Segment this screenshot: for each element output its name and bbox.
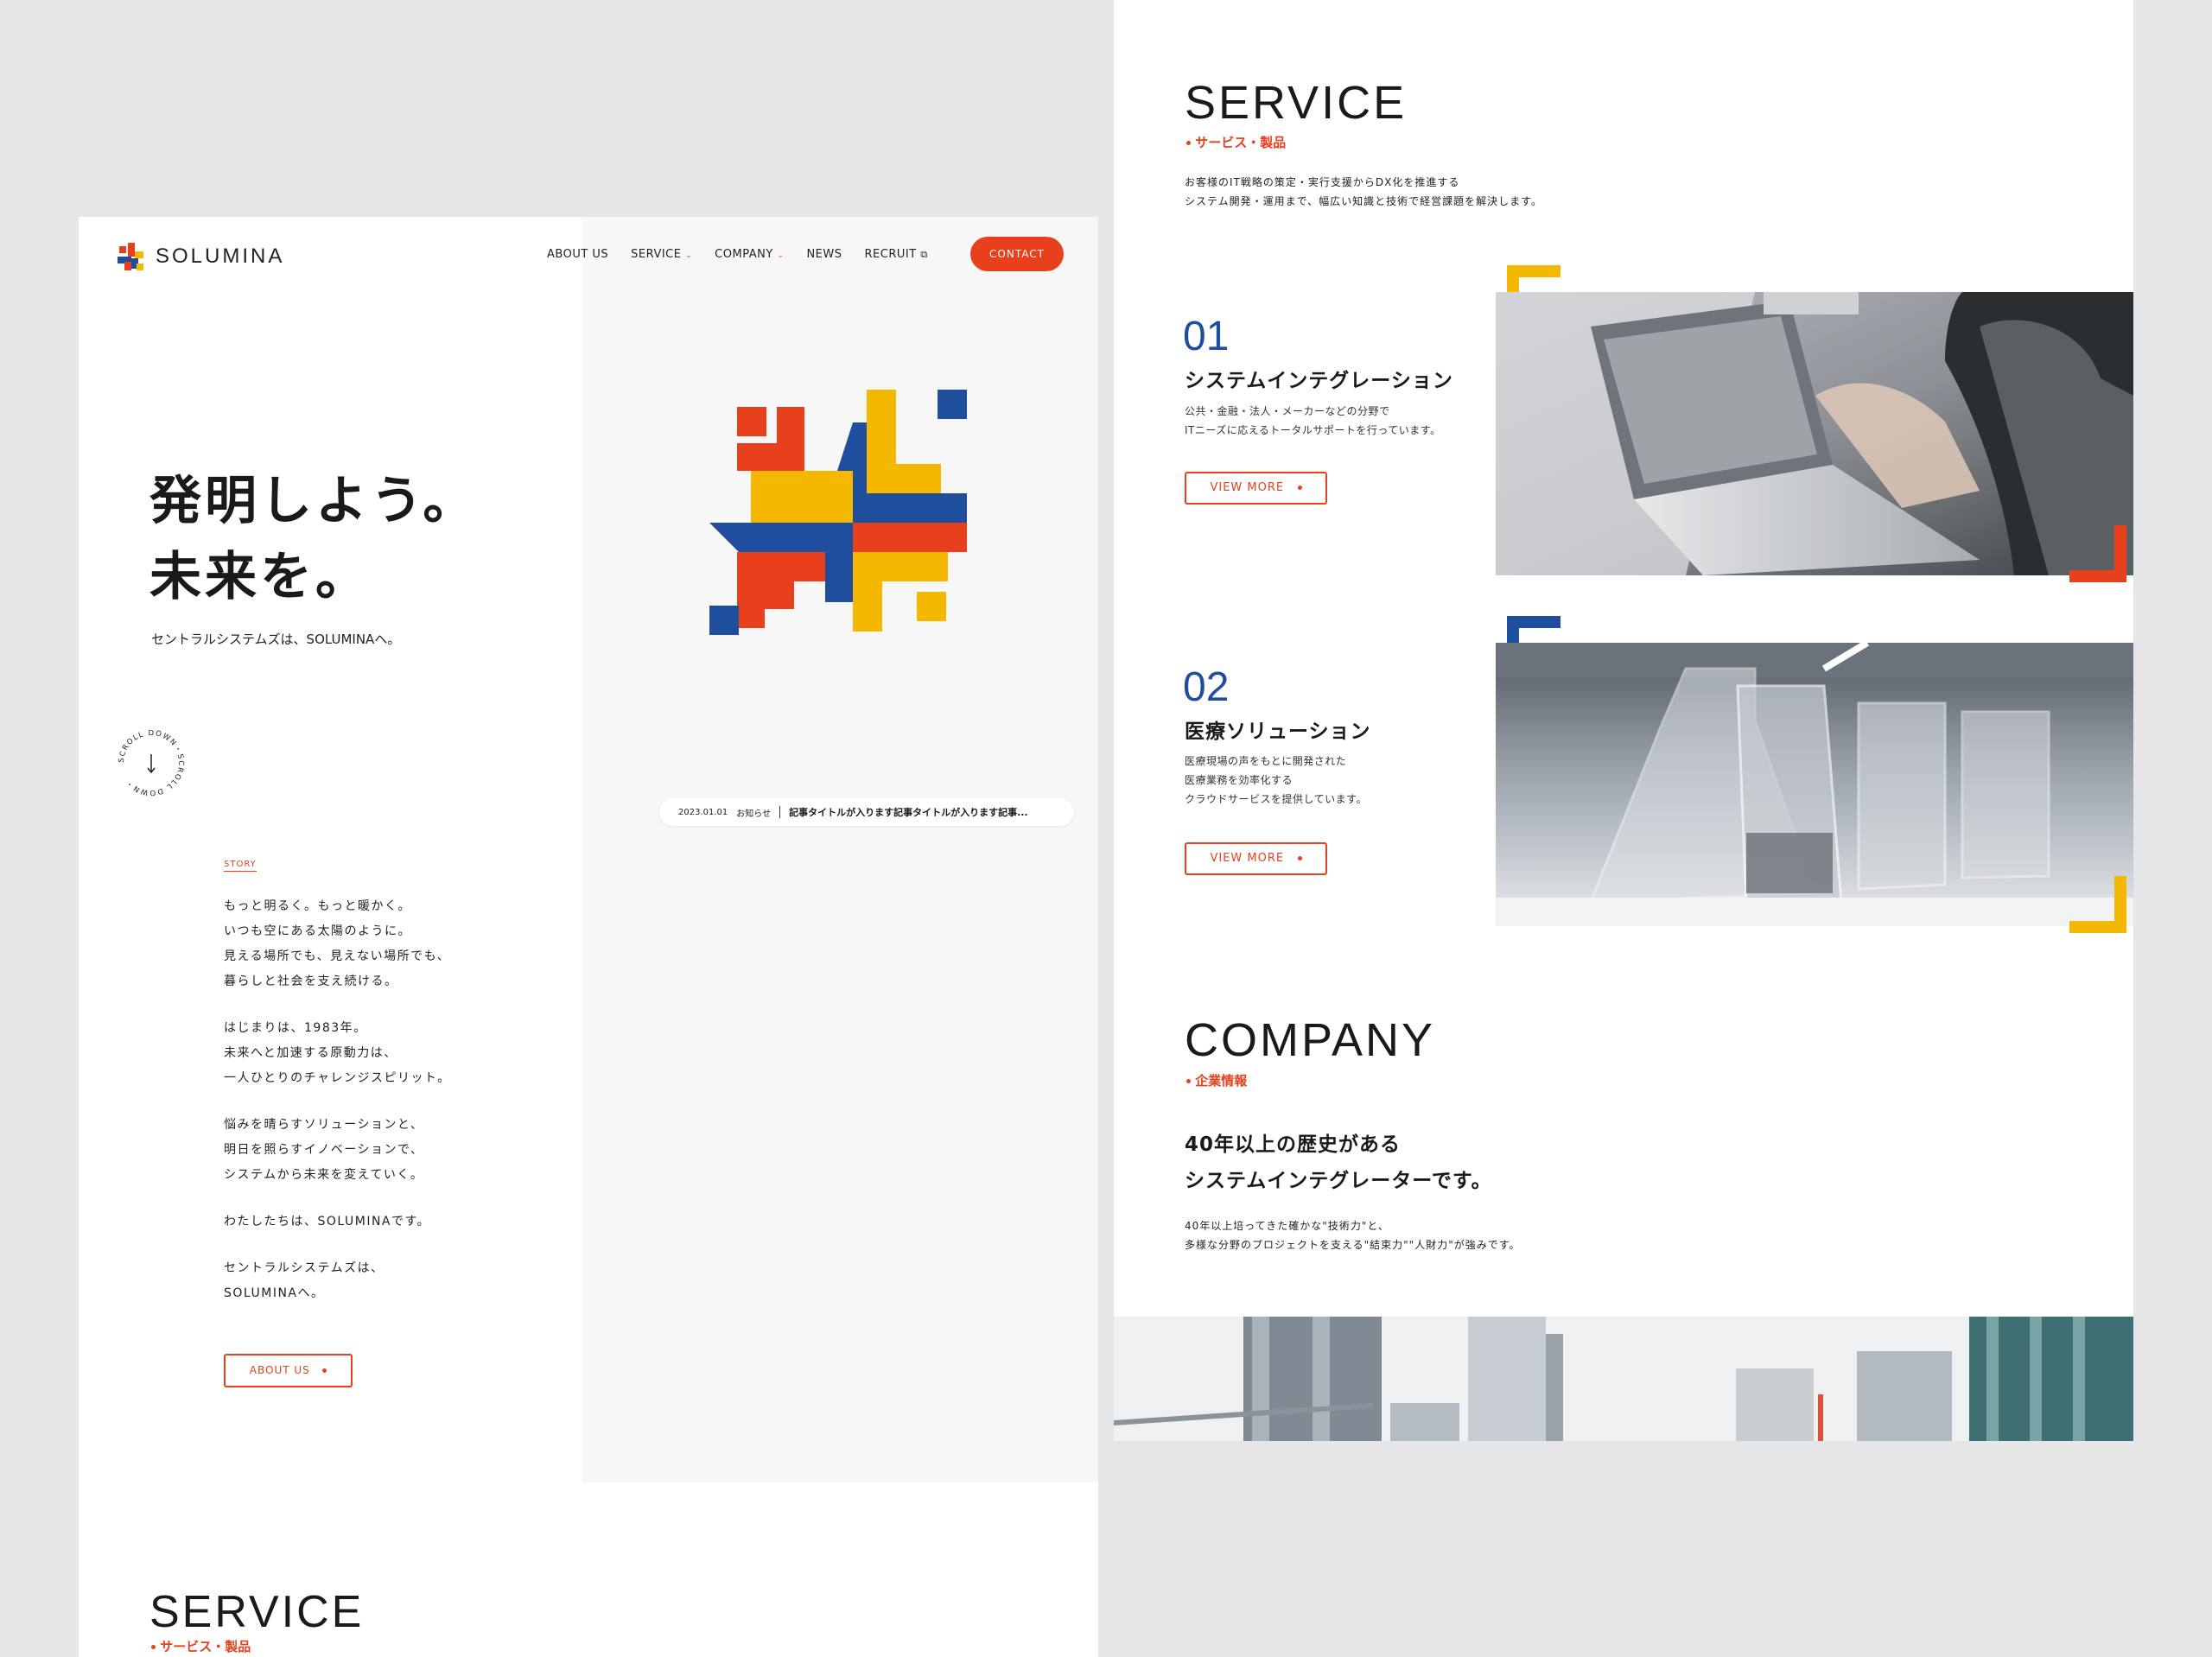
- service-02-desc-line: クラウドサービスを提供しています。: [1185, 793, 1367, 805]
- company-desc-line: 多様な分野のプロジェクトを支える"結束力""人財力"が強みです。: [1185, 1239, 1521, 1251]
- service-02-desc-line: 医療業務を効率化する: [1185, 774, 1294, 786]
- service-01-photo: [1496, 292, 2133, 575]
- story-line: 一人ひとりのチャレンジスピリット。: [224, 1071, 451, 1085]
- story-line: 見える場所でも、見えない場所でも、: [224, 949, 451, 963]
- service-subtitle-text: サービス・製品: [160, 1639, 251, 1654]
- company-heading-line: 40年以上の歴史がある: [1185, 1133, 1402, 1156]
- story-paragraph: 悩みを晴らすソリューションと、 明日を照らすイノベーションで、 システムから未来…: [224, 1113, 451, 1188]
- story-paragraph: セントラルシステムズは、 SOLUMINAへ。: [224, 1256, 451, 1306]
- company-title: COMPANY: [1185, 1014, 1436, 1066]
- story-line: システムから未来を変えていく。: [224, 1168, 424, 1182]
- nav-recruit-label: RECRUIT: [864, 248, 917, 261]
- service-section-title: SERVICE: [149, 1587, 365, 1637]
- city-skyline-photo-image: [1114, 1317, 2133, 1441]
- story-paragraph: もっと明るく。もっと暖かく。 いつも空にある太陽のように。 見える場所でも、見え…: [224, 894, 451, 994]
- view-more-label: VIEW MORE: [1210, 852, 1285, 865]
- story-line: いつも空にある太陽のように。: [224, 924, 411, 938]
- corner-accent-yellow: [2069, 876, 2126, 933]
- lab-glassware-photo-image: [1496, 643, 2133, 926]
- story-paragraph: わたしたちは、SOLUMINAです。: [224, 1209, 451, 1235]
- service-subtitle: サービス・製品: [1186, 133, 1286, 151]
- service-02-desc-line: 医療現場の声をもとに開発された: [1185, 755, 1347, 767]
- chevron-down-icon: ⌄: [777, 251, 785, 260]
- service-01-description: 公共・金融・法人・メーカーなどの分野で ITニーズに応えるトータルサポートを行っ…: [1185, 402, 1441, 440]
- nav-news[interactable]: NEWS: [806, 248, 842, 261]
- story-line: もっと明るく。もっと暖かく。: [224, 899, 411, 913]
- external-link-icon: ⧉: [920, 249, 928, 260]
- hero-title-line2: 未来を。: [149, 547, 371, 607]
- news-date: 2023.01.01: [678, 807, 728, 817]
- company-subtitle: 企業情報: [1186, 1071, 1247, 1089]
- nav-company[interactable]: COMPANY ⌄: [715, 248, 784, 261]
- service-title: SERVICE: [1185, 77, 1408, 129]
- dot-icon: [1297, 486, 1302, 490]
- service-02-view-more-button[interactable]: VIEW MORE: [1185, 842, 1327, 875]
- story-line: はじまりは、1983年。: [224, 1021, 367, 1035]
- company-desc-line: 40年以上培ってきた確かな"技術力"と、: [1185, 1220, 1389, 1232]
- contact-button[interactable]: CONTACT: [970, 237, 1064, 271]
- corner-accent-red: [2069, 525, 2126, 582]
- company-city-photo: [1114, 1317, 2133, 1441]
- service-company-panel: SERVICE サービス・製品 お客様のIT戦略の策定・実行支援からDX化を推進…: [1114, 0, 2133, 1441]
- news-category: お知らせ: [736, 809, 772, 819]
- service-02-photo: [1496, 643, 2133, 926]
- service-02-number: 02: [1183, 664, 1230, 710]
- service-01-view-more-button[interactable]: VIEW MORE: [1185, 472, 1327, 505]
- nav-company-label: COMPANY: [715, 248, 773, 261]
- about-us-button[interactable]: ABOUT US: [224, 1354, 353, 1387]
- nav-service-label: SERVICE: [631, 248, 682, 261]
- hero-brand-graphic: [709, 390, 967, 635]
- service-description: お客様のIT戦略の策定・実行支援からDX化を推進する システム開発・運用まで、幅…: [1185, 173, 1542, 211]
- company-description: 40年以上培ってきた確かな"技術力"と、 多様な分野のプロジェクトを支える"結束…: [1185, 1216, 1521, 1254]
- dot-icon: [1186, 141, 1191, 145]
- service-desc-line: システム開発・運用まで、幅広い知識と技術で経営課題を解決します。: [1185, 195, 1542, 207]
- hero-subtitle: セントラルシステムズは、SOLUMINAへ。: [151, 632, 401, 647]
- nav-recruit[interactable]: RECRUIT ⧉: [865, 248, 928, 261]
- logo-text: SOLUMINA: [156, 244, 285, 268]
- view-more-label: VIEW MORE: [1210, 481, 1285, 494]
- laptop-photo-image: [1496, 292, 2133, 575]
- service-section-subtitle: サービス・製品: [151, 1637, 251, 1655]
- scroll-down-circle-icon: SCROLL DOWN・SCROLL DOWN・: [118, 729, 184, 797]
- story-line: 未来へと加速する原動力は、: [224, 1046, 397, 1060]
- nav-service[interactable]: SERVICE ⌄: [631, 248, 692, 261]
- story-line: 悩みを晴らすソリューションと、: [224, 1118, 424, 1132]
- service-02-description: 医療現場の声をもとに開発された 医療業務を効率化する クラウドサービスを提供して…: [1185, 752, 1367, 809]
- story-paragraph: はじまりは、1983年。 未来へと加速する原動力は、 一人ひとりのチャレンジスピ…: [224, 1016, 451, 1091]
- homepage-top-panel: SOLUMINA ABOUT US SERVICE ⌄ COMPANY ⌄ NE…: [79, 217, 1098, 1657]
- story-text: もっと明るく。もっと暖かく。 いつも空にある太陽のように。 見える場所でも、見え…: [224, 894, 451, 1328]
- solumina-logo-icon: [118, 243, 143, 270]
- dot-icon: [322, 1368, 327, 1373]
- story-label: STORY: [224, 860, 257, 872]
- service-01-desc-line: ITニーズに応えるトータルサポートを行っています。: [1185, 424, 1441, 436]
- story-line: わたしたちは、SOLUMINAです。: [224, 1215, 431, 1228]
- service-01-name: システムインテグレーション: [1185, 370, 1453, 392]
- about-us-button-label: ABOUT US: [249, 1364, 310, 1376]
- service-01-desc-line: 公共・金融・法人・メーカーなどの分野で: [1185, 405, 1390, 417]
- dot-icon: [151, 1645, 156, 1649]
- story-line: SOLUMINAへ。: [224, 1286, 325, 1300]
- dot-icon: [1186, 1079, 1191, 1083]
- story-line: セントラルシステムズは、: [224, 1261, 385, 1275]
- global-nav: ABOUT US SERVICE ⌄ COMPANY ⌄ NEWS RECRUI…: [547, 248, 928, 261]
- news-ticker[interactable]: 2023.01.01 お知らせ 記事タイトルが入ります記事タイトルが入ります記事…: [659, 798, 1074, 826]
- service-02-name: 医療ソリューション: [1185, 721, 1371, 743]
- company-subtitle-text: 企業情報: [1195, 1073, 1248, 1089]
- site-logo[interactable]: SOLUMINA: [116, 241, 284, 272]
- company-heading-line: システムインテグレーターです。: [1185, 1170, 1492, 1192]
- hero-title: 発明しよう。 未来を。: [149, 463, 478, 615]
- news-title: 記事タイトルが入ります記事タイトルが入ります記事...: [789, 807, 1028, 818]
- service-desc-line: お客様のIT戦略の策定・実行支援からDX化を推進する: [1185, 176, 1460, 188]
- service-01-number: 01: [1183, 314, 1230, 359]
- scroll-down-indicator[interactable]: SCROLL DOWN・SCROLL DOWN・: [117, 728, 186, 797]
- company-heading: 40年以上の歴史がある システムインテグレーターです。: [1185, 1127, 1492, 1199]
- service-subtitle-text: サービス・製品: [1195, 135, 1287, 150]
- dot-icon: [1297, 856, 1302, 860]
- chevron-down-icon: ⌄: [685, 251, 693, 260]
- story-line: 明日を照らすイノベーションで、: [224, 1143, 424, 1157]
- nav-about-us[interactable]: ABOUT US: [547, 248, 608, 261]
- news-divider: [779, 806, 781, 818]
- story-line: 暮らしと社会を支え続ける。: [224, 975, 398, 988]
- hero-title-line1: 発明しよう。: [149, 471, 479, 531]
